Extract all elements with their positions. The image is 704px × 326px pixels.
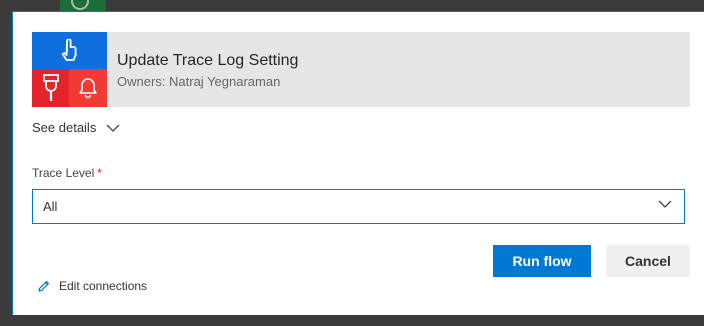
- flow-owners: Owners: Natraj Yegnaraman: [117, 74, 281, 89]
- required-marker: *: [97, 166, 102, 180]
- edit-connections-link[interactable]: Edit connections: [37, 279, 147, 293]
- cancel-button[interactable]: Cancel: [606, 245, 690, 277]
- edit-connections-label: Edit connections: [59, 279, 148, 293]
- flow-title: Update Trace Log Setting: [117, 52, 299, 69]
- connector-tile-bell: [69, 69, 107, 107]
- trace-level-value: All: [43, 199, 58, 214]
- chevron-down-icon: [106, 124, 120, 132]
- pencil-icon: [38, 280, 49, 292]
- trace-level-label-text: Trace Level: [32, 166, 95, 180]
- trace-level-label: Trace Level *: [32, 166, 102, 180]
- see-details-label: See details: [32, 120, 97, 135]
- bell-icon: [79, 78, 97, 99]
- trace-level-select[interactable]: All: [32, 189, 685, 224]
- connector-tile-plug: [32, 69, 69, 107]
- trigger-tile: [32, 32, 107, 69]
- touch-hand-icon: [61, 39, 77, 61]
- plug-icon: [43, 74, 59, 101]
- see-details-toggle[interactable]: See details: [32, 120, 120, 135]
- chevron-down-icon: [658, 200, 672, 208]
- run-flow-button[interactable]: Run flow: [493, 245, 591, 277]
- run-flow-panel: Update Trace Log Setting Owners: Natraj …: [12, 11, 704, 315]
